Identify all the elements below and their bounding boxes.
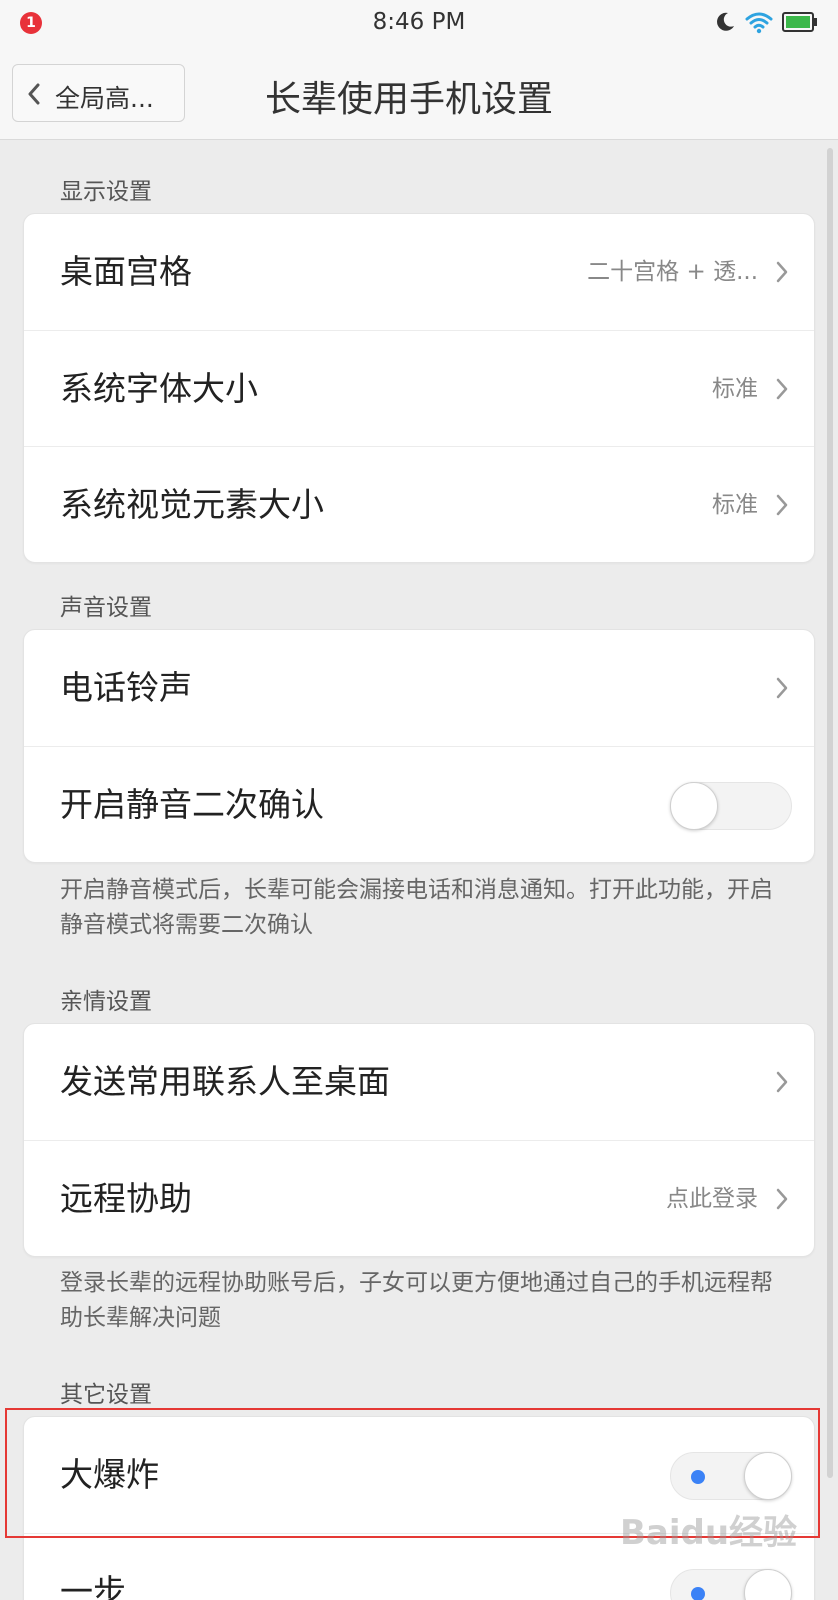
row-desktop-grid[interactable]: 桌面宫格 二十宫格 + 透... [24,214,814,330]
back-label: 全局高... [55,84,154,113]
chevron-right-icon [776,378,788,400]
chevron-left-icon [28,83,40,105]
row-system-font-size[interactable]: 系统字体大小 标准 [24,330,814,446]
row-label: 远程协助 [60,1179,192,1218]
row-send-contacts[interactable]: 发送常用联系人至桌面 [24,1024,814,1140]
page-title: 长辈使用手机设置 [265,79,554,120]
sound-settings-card: 电话铃声 开启静音二次确认 [23,629,815,863]
section-header-sound: 声音设置 [60,595,152,621]
family-settings-card: 发送常用联系人至桌面 远程协助 点此登录 [23,1023,815,1257]
row-value: 二十宫格 + 透... [587,259,758,285]
row-visual-element-size[interactable]: 系统视觉元素大小 标准 [24,446,814,562]
row-silent-confirm: 开启静音二次确认 [24,746,814,862]
battery-icon [782,12,817,32]
one-step-toggle[interactable] [670,1569,792,1600]
toggle-dot [691,1587,705,1600]
row-value: 标准 [712,376,758,402]
row-label: 系统视觉元素大小 [60,485,324,524]
section-header-family: 亲情设置 [60,989,152,1015]
chevron-right-icon [776,494,788,516]
row-label: 系统字体大小 [60,369,258,408]
section-header-other: 其它设置 [60,1382,152,1408]
watermark: Baidu经验 [620,1513,798,1553]
chevron-right-icon [776,677,788,699]
section-header-display: 显示设置 [60,179,152,205]
scrollbar[interactable] [827,148,833,1478]
sound-note: 开启静音模式后，长辈可能会漏接电话和消息通知。打开此功能，开启静音模式将需要二次… [60,877,773,938]
row-label: 一步 [60,1572,126,1600]
wifi-icon [745,12,773,34]
status-time: 8:46 PM [372,9,466,35]
row-remote-assist[interactable]: 远程协助 点此登录 [24,1140,814,1256]
row-ringtone[interactable]: 电话铃声 [24,630,814,746]
chevron-right-icon [776,261,788,283]
row-label: 开启静音二次确认 [60,785,324,824]
family-note: 登录长辈的远程协助账号后，子女可以更方便地通过自己的手机远程帮助长辈解决问题 [60,1270,773,1331]
row-value: 标准 [712,492,758,518]
back-button[interactable]: 全局高... [12,64,185,122]
moon-icon [717,12,734,31]
chevron-right-icon [776,1188,788,1210]
silent-confirm-toggle[interactable] [670,782,792,830]
nav-header: 全局高... 长辈使用手机设置 [0,44,838,140]
toggle-knob [744,1569,792,1600]
toggle-knob [670,782,718,830]
row-label: 发送常用联系人至桌面 [60,1062,390,1101]
row-label: 电话铃声 [60,668,192,707]
row-label: 桌面宫格 [60,252,192,291]
status-bar: 1 8:46 PM [0,0,838,44]
chevron-right-icon [776,1071,788,1093]
display-settings-card: 桌面宫格 二十宫格 + 透... 系统字体大小 标准 系统视觉元素大小 标准 [23,213,815,563]
row-value: 点此登录 [666,1186,758,1212]
